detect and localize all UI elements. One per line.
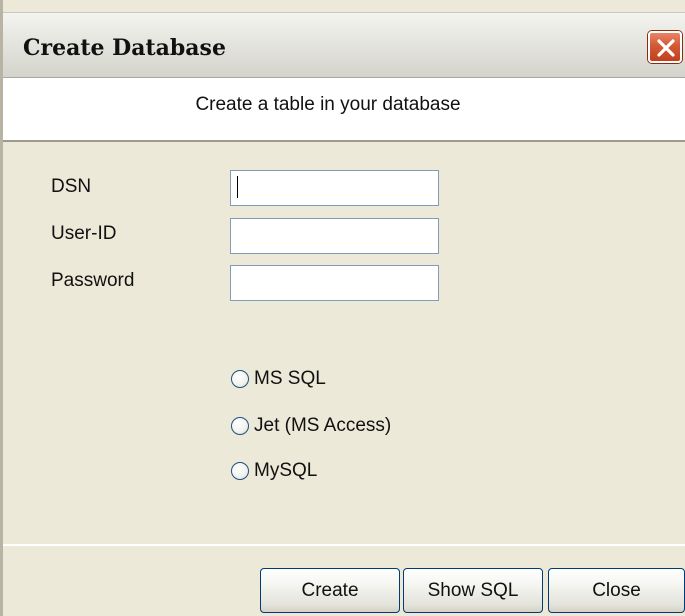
password-label: Password <box>51 270 135 291</box>
radio-button[interactable] <box>231 417 249 435</box>
close-icon <box>657 39 675 57</box>
dsn-label: DSN <box>51 176 92 197</box>
text-caret <box>237 176 238 198</box>
radio-label-jet-ms-access: Jet (MS Access) <box>254 415 392 436</box>
create-database-dialog: Create Database Create a table in your d… <box>0 0 685 616</box>
radio-label-mysql: MySQL <box>254 460 318 481</box>
close-window-button[interactable] <box>648 31 682 63</box>
title-bar[interactable]: Create Database <box>3 12 685 78</box>
window-title: Create Database <box>23 35 226 61</box>
radio-mysql[interactable]: MySQL <box>231 458 317 484</box>
radio-ms-sql[interactable]: MS SQL <box>231 366 326 392</box>
show-sql-button[interactable]: Show SQL <box>403 568 543 613</box>
radio-label-ms-sql: MS SQL <box>254 368 326 389</box>
user-id-input[interactable] <box>230 218 439 254</box>
radio-jet-ms-access[interactable]: Jet (MS Access) <box>231 413 391 439</box>
create-button[interactable]: Create <box>260 568 400 613</box>
password-input[interactable] <box>230 265 439 301</box>
dsn-input[interactable] <box>230 170 439 206</box>
user-id-label: User-ID <box>51 223 117 244</box>
radio-button[interactable] <box>231 462 249 480</box>
close-button[interactable]: Close <box>548 568 685 613</box>
header-text: Create a table in your database <box>195 94 461 115</box>
header-band: Create a table in your database <box>3 78 685 142</box>
radio-button[interactable] <box>231 370 249 388</box>
